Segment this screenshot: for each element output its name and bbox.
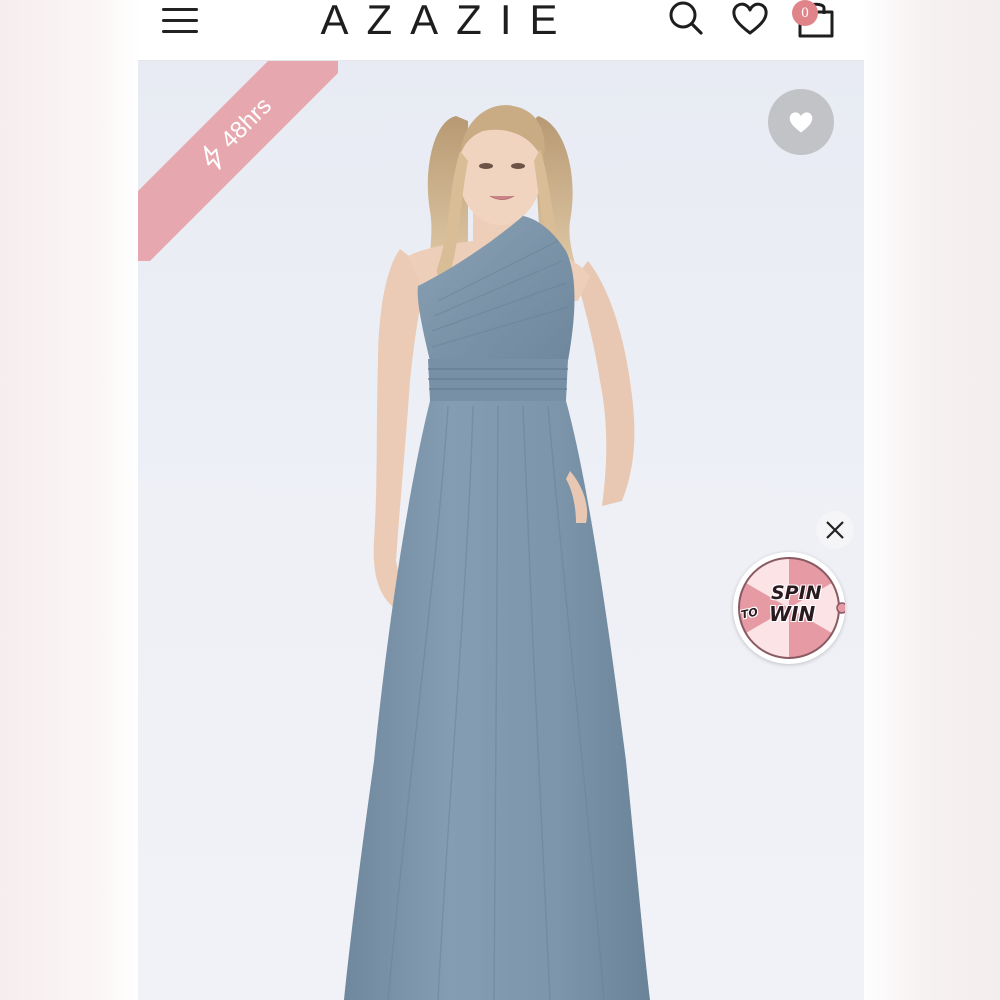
favorite-button[interactable]: [768, 89, 834, 155]
cart-count-badge: 0: [792, 0, 818, 26]
heart-outline-icon[interactable]: [730, 0, 770, 40]
shipping-badge: 48hrs: [138, 61, 338, 261]
hamburger-menu-icon[interactable]: [160, 4, 200, 34]
shipping-badge-label: 48hrs: [215, 92, 278, 154]
brand-logo[interactable]: AZAZIE: [298, 0, 598, 46]
product-image-area: 48hrs SPIN TO WIN: [138, 61, 864, 1000]
site-header: AZAZIE 0: [138, 0, 864, 61]
close-icon: [826, 521, 844, 539]
heart-filled-icon: [789, 112, 813, 133]
spin-label: SPIN: [771, 582, 822, 604]
search-icon[interactable]: [666, 0, 706, 40]
win-label: WIN: [769, 602, 816, 626]
spin-to-win-button[interactable]: SPIN TO WIN: [733, 552, 845, 664]
app-viewport: AZAZIE 0 48hrs SPIN TO WIN: [138, 0, 864, 1000]
close-promo-button[interactable]: [816, 511, 854, 549]
